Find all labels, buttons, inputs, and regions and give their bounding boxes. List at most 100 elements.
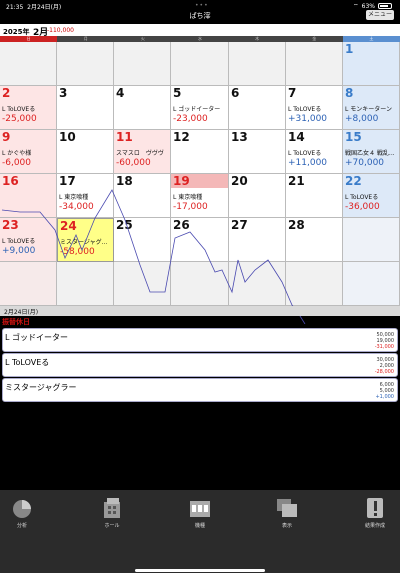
holiday-label: 振替休日	[2, 318, 30, 326]
day-number: 15	[345, 130, 362, 144]
calendar-cell-24-selected[interactable]: 24 ミスタージャグ... -58,000	[57, 218, 114, 262]
machine-name: L 東京喰種	[173, 194, 203, 201]
detail-machine-name: L ToLOVEる	[5, 358, 50, 367]
calendar-cell-26[interactable]: 26	[171, 218, 229, 262]
home-indicator[interactable]	[135, 569, 265, 572]
calendar-cell-9[interactable]: 9 L かぐや様 -6,000	[0, 130, 57, 174]
calendar-cell-14[interactable]: 14 L ToLOVEる +11,000	[286, 130, 343, 174]
day-number: 13	[231, 130, 248, 144]
calendar-cell-28[interactable]: 28	[286, 218, 343, 262]
calendar-cell-empty	[343, 218, 400, 262]
tab-hall[interactable]: ホール	[82, 496, 142, 536]
calendar-cell-5[interactable]: 5 L ゴッドイーター -23,000	[171, 86, 229, 130]
day-number: 21	[288, 174, 305, 188]
calendar-cell-12[interactable]: 12	[171, 130, 229, 174]
calendar-cell-8[interactable]: 8 L モンキーターン +8,000	[343, 86, 400, 130]
day-balance: -23,000	[173, 114, 208, 124]
calendar-cell-1[interactable]: 1	[343, 42, 400, 86]
day-number: 14	[288, 130, 305, 144]
day-number: 20	[231, 174, 248, 188]
calendar-cell-27[interactable]: 27	[229, 218, 286, 262]
detail-row[interactable]: ミスタージャグラー 6,000 5,000 +1,000	[2, 378, 398, 402]
detail-row[interactable]: L ToLOVEる 30,000 2,000 -28,000	[2, 353, 398, 377]
exclamation-icon	[364, 496, 386, 520]
calendar-cell-16[interactable]: 16	[0, 174, 57, 218]
tab-bar: 分析 ホール 機種 表示 結果作成	[0, 490, 400, 573]
machine-name: 戦国乙女４ 戦乱...	[345, 150, 395, 157]
calendar-cell-empty	[343, 262, 400, 306]
calendar-cell-4[interactable]: 4	[114, 86, 171, 130]
tab-label: 結果作成	[364, 523, 385, 529]
day-number: 16	[2, 174, 19, 188]
calendar-cell-empty	[286, 262, 343, 306]
tab-label: ホール	[104, 523, 120, 529]
month-total: -110,000	[47, 27, 74, 34]
tab-display[interactable]: 表示	[257, 496, 317, 536]
calendar-cell-20[interactable]: 20	[229, 174, 286, 218]
day-number: 12	[173, 130, 190, 144]
machine-name: L モンキーターン	[345, 106, 392, 113]
day-balance: +70,000	[345, 158, 385, 168]
calendar-cell-13[interactable]: 13	[229, 130, 286, 174]
machine-name: L かぐや様	[2, 150, 32, 157]
day-balance: -36,000	[345, 202, 380, 212]
day-balance: +11,000	[288, 158, 328, 168]
building-icon	[101, 496, 123, 520]
day-number: 18	[116, 174, 133, 188]
day-number: 7	[288, 86, 297, 100]
machine-name: L ToLOVEる	[288, 106, 322, 113]
detail-machine-name: ミスタージャグラー	[5, 383, 77, 392]
day-number: 3	[59, 86, 68, 100]
calendar-cell-2[interactable]: 2 L ToLOVEる -25,000	[0, 86, 57, 130]
calendar-cell-11[interactable]: 11 スマスロ ヴヴヴ -60,000	[114, 130, 171, 174]
nav-bar: ぱち滓 メニュー	[0, 8, 400, 22]
day-number: 19	[173, 174, 190, 188]
tab-label: 分析	[16, 523, 27, 529]
calendar-cell-18[interactable]: 18	[114, 174, 171, 218]
calendar-cell-17[interactable]: 17 L 東京喰種 -34,000	[57, 174, 114, 218]
menu-button[interactable]: メニュー	[366, 10, 394, 20]
calendar-cell-empty	[114, 42, 171, 86]
machine-name: L ToLOVEる	[345, 194, 379, 201]
calendar-cell-7[interactable]: 7 L ToLOVEる +31,000	[286, 86, 343, 130]
calendar-cell-23[interactable]: 23 L ToLOVEる +9,000	[0, 218, 57, 262]
calendar-cell-empty	[0, 42, 57, 86]
calendar-cell-empty	[229, 42, 286, 86]
app-title: ぱち滓	[189, 12, 211, 20]
tab-analysis[interactable]: 分析	[0, 496, 52, 536]
calendar-cell-19[interactable]: 19 L 東京喰種 -17,000	[171, 174, 229, 218]
day-balance: +9,000	[2, 246, 36, 256]
detail-row[interactable]: L ゴッドイーター 50,000 19,000 -31,000	[2, 328, 398, 352]
day-number: 25	[116, 218, 133, 232]
calendar-cell-21[interactable]: 21	[286, 174, 343, 218]
calendar-cell-25[interactable]: 25	[114, 218, 171, 262]
day-number: 5	[173, 86, 182, 100]
machine-name: L ToLOVEる	[2, 106, 36, 113]
day-balance: -34,000	[59, 202, 94, 212]
machine-name: スマスロ ヴヴヴ	[116, 150, 164, 157]
calendar-cell-empty	[0, 262, 57, 306]
day-number: 1	[345, 42, 354, 56]
tab-create-result[interactable]: 結果作成	[345, 496, 400, 536]
day-balance: -60,000	[116, 158, 151, 168]
calendar-cell-22[interactable]: 22 L ToLOVEる -36,000	[343, 174, 400, 218]
calendar-cell-10[interactable]: 10	[57, 130, 114, 174]
calendar-cell-empty	[171, 42, 229, 86]
machine-name: L 東京喰種	[59, 194, 89, 201]
tab-machine[interactable]: 機種	[170, 496, 230, 536]
day-balance: -6,000	[2, 158, 32, 168]
balance-value: -28,000	[374, 369, 394, 375]
tab-label: 表示	[281, 523, 292, 529]
calendar-cell-15[interactable]: 15 戦国乙女４ 戦乱... +70,000	[343, 130, 400, 174]
slot-machine-icon	[189, 496, 211, 520]
day-number: 2	[2, 86, 11, 100]
day-balance: -25,000	[2, 114, 37, 124]
day-detail-panel: 2月24日(月) 振替休日 L ゴッドイーター 50,000 19,000 -3…	[0, 306, 400, 406]
detail-date: 2月24日(月)	[0, 306, 400, 316]
calendar-cell-empty	[114, 262, 171, 306]
machine-name: L ToLOVEる	[2, 238, 36, 245]
calendar-cell-6[interactable]: 6	[229, 86, 286, 130]
calendar-cell-3[interactable]: 3	[57, 86, 114, 130]
machine-name: L ToLOVEる	[288, 150, 322, 157]
day-number: 28	[288, 218, 305, 232]
